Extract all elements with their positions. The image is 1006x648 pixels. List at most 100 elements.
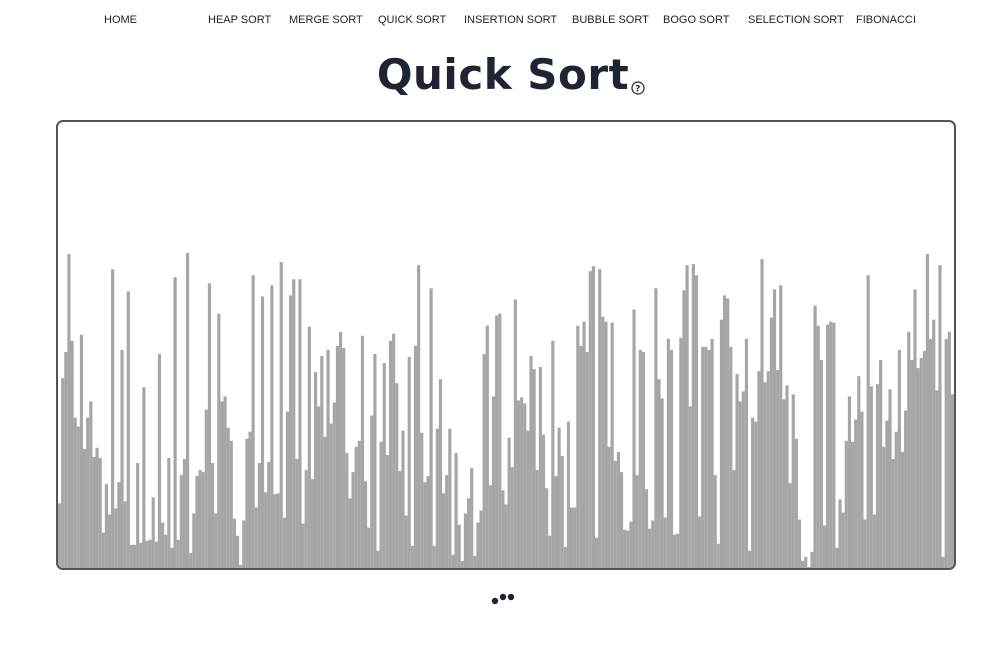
sort-bar: [401, 430, 405, 568]
sort-bar: [813, 305, 817, 568]
sort-bar: [897, 349, 901, 568]
sort-bar: [139, 542, 143, 568]
sort-bar: [819, 360, 823, 568]
sort-bar: [204, 409, 208, 568]
sort-bar: [438, 379, 443, 568]
sort-bar: [226, 427, 230, 568]
sort-bar: [591, 266, 596, 568]
sort-bar: [345, 452, 349, 568]
sort-bar: [410, 545, 414, 568]
sort-bar: [173, 277, 177, 568]
sort-bar: [626, 530, 630, 568]
nav-item-bogo-sort[interactable]: BOGO SORT: [663, 14, 729, 26]
sort-bar: [382, 363, 386, 568]
sort-bar: [482, 353, 486, 568]
sort-bar: [735, 374, 739, 568]
top-nav: HOME HEAP SORT MERGE SORT QUICK SORT INS…: [0, 0, 1006, 40]
sort-bar: [738, 401, 742, 568]
sort-bar: [463, 513, 468, 568]
sort-bar: [460, 560, 464, 568]
sort-bar: [904, 410, 908, 568]
sort-bar: [588, 271, 592, 568]
sort-bar: [623, 529, 627, 568]
sort-bar: [922, 350, 926, 568]
sort-bar: [579, 345, 583, 568]
sort-bar: [716, 543, 720, 568]
sort-bar: [392, 333, 396, 568]
sort-bar: [317, 406, 321, 568]
sort-bar: [473, 555, 477, 568]
sort-bar: [607, 446, 611, 568]
sort-bar: [223, 396, 227, 568]
sort-bar: [594, 537, 599, 568]
sort-bar: [841, 512, 845, 568]
sort-bar: [73, 417, 77, 568]
sort-bar: [379, 441, 383, 568]
sort-bar: [929, 338, 933, 568]
nav-item-fibonacci[interactable]: FIBONACCI: [856, 14, 916, 26]
sort-bar: [323, 436, 327, 568]
sort-bar: [910, 360, 914, 568]
sort-bar: [545, 488, 549, 568]
sort-bar: [863, 519, 867, 568]
sort-bar: [320, 355, 324, 568]
sort-bar: [491, 396, 496, 568]
sort-bar: [663, 517, 667, 568]
sort-bar: [732, 470, 736, 568]
nav-item-quick-sort[interactable]: QUICK SORT: [378, 14, 446, 26]
sort-bar: [151, 497, 155, 568]
sort-bar: [766, 371, 770, 568]
sort-bar: [242, 520, 246, 568]
sort-bar: [566, 421, 571, 568]
sort-bar: [92, 456, 96, 568]
nav-item-selection-sort[interactable]: SELECTION SORT: [748, 14, 844, 26]
sort-bar: [797, 519, 802, 568]
sort-bar: [111, 269, 115, 568]
sort-bar: [435, 428, 439, 568]
sort-bar: [370, 415, 374, 568]
sort-bar: [769, 317, 773, 568]
sort-bar: [67, 254, 71, 568]
sort-bar: [669, 349, 674, 568]
sort-bar: [925, 254, 930, 568]
nav-item-insertion-sort[interactable]: INSERTION SORT: [464, 14, 557, 26]
sort-bar: [860, 411, 864, 568]
sort-bar: [289, 295, 293, 568]
question-circle-icon[interactable]: ?: [631, 56, 645, 95]
sort-bar: [95, 447, 99, 568]
nav-item-bubble-sort[interactable]: BUBBLE SORT: [572, 14, 649, 26]
sort-bar: [270, 285, 274, 568]
sort-bar: [314, 372, 318, 568]
sort-bar: [395, 383, 399, 568]
nav-item-merge-sort[interactable]: MERGE SORT: [289, 14, 363, 26]
sort-bar: [273, 494, 277, 568]
sort-bar: [673, 534, 677, 568]
sort-bar: [373, 353, 377, 568]
sort-bar: [164, 534, 168, 568]
sort-bar: [329, 423, 333, 568]
sort-bar: [794, 438, 798, 568]
sort-bar: [76, 426, 80, 568]
sort-bar: [148, 539, 152, 568]
sort-bar: [804, 556, 808, 568]
sort-bar: [950, 394, 954, 568]
sort-bar: [879, 360, 883, 568]
sort-bar: [666, 338, 670, 568]
sort-bar: [648, 528, 652, 568]
sort-bar: [747, 550, 752, 568]
sort-bar: [869, 386, 873, 568]
bars-canvas: [58, 253, 954, 568]
sort-bar: [117, 482, 121, 568]
sort-bar: [201, 472, 205, 568]
sort-bar: [916, 368, 920, 568]
sort-bar: [445, 475, 449, 568]
nav-item-home[interactable]: HOME: [104, 14, 137, 26]
sort-bar: [420, 432, 424, 568]
nav-item-heap-sort[interactable]: HEAP SORT: [208, 14, 271, 26]
sort-bar: [495, 315, 499, 568]
sort-bar: [220, 401, 224, 568]
sort-bar: [170, 547, 174, 568]
sort-bar: [875, 384, 880, 568]
sort-bar: [529, 355, 533, 568]
sort-bar: [123, 501, 127, 568]
